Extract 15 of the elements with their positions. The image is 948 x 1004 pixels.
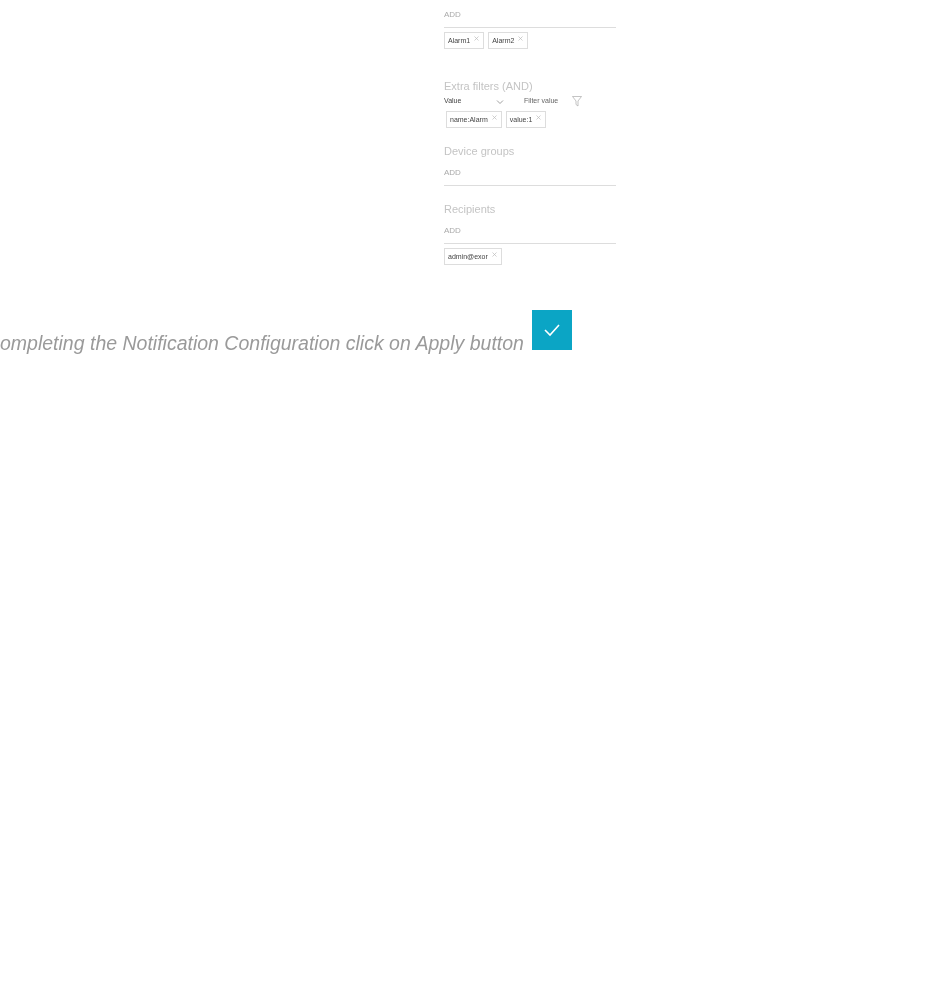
section-title: Extra filters (AND): [444, 79, 534, 93]
add-button[interactable]: ADD: [444, 168, 461, 177]
instruction-text: ompleting the Notification Configuration click on Apply button: [0, 330, 524, 356]
close-icon[interactable]: [491, 252, 497, 257]
section-title: Device groups: [444, 144, 516, 158]
close-icon[interactable]: [536, 115, 542, 120]
section-title: Recipients: [444, 202, 497, 216]
filter-icon[interactable]: [572, 96, 582, 107]
close-icon[interactable]: [518, 36, 524, 41]
add-button[interactable]: ADD: [444, 226, 461, 235]
apply-button[interactable]: [531, 310, 572, 350]
close-icon[interactable]: [491, 115, 497, 120]
chevron-down-icon: [496, 98, 504, 105]
add-button[interactable]: ADD: [444, 10, 461, 19]
close-icon[interactable]: [474, 36, 480, 41]
